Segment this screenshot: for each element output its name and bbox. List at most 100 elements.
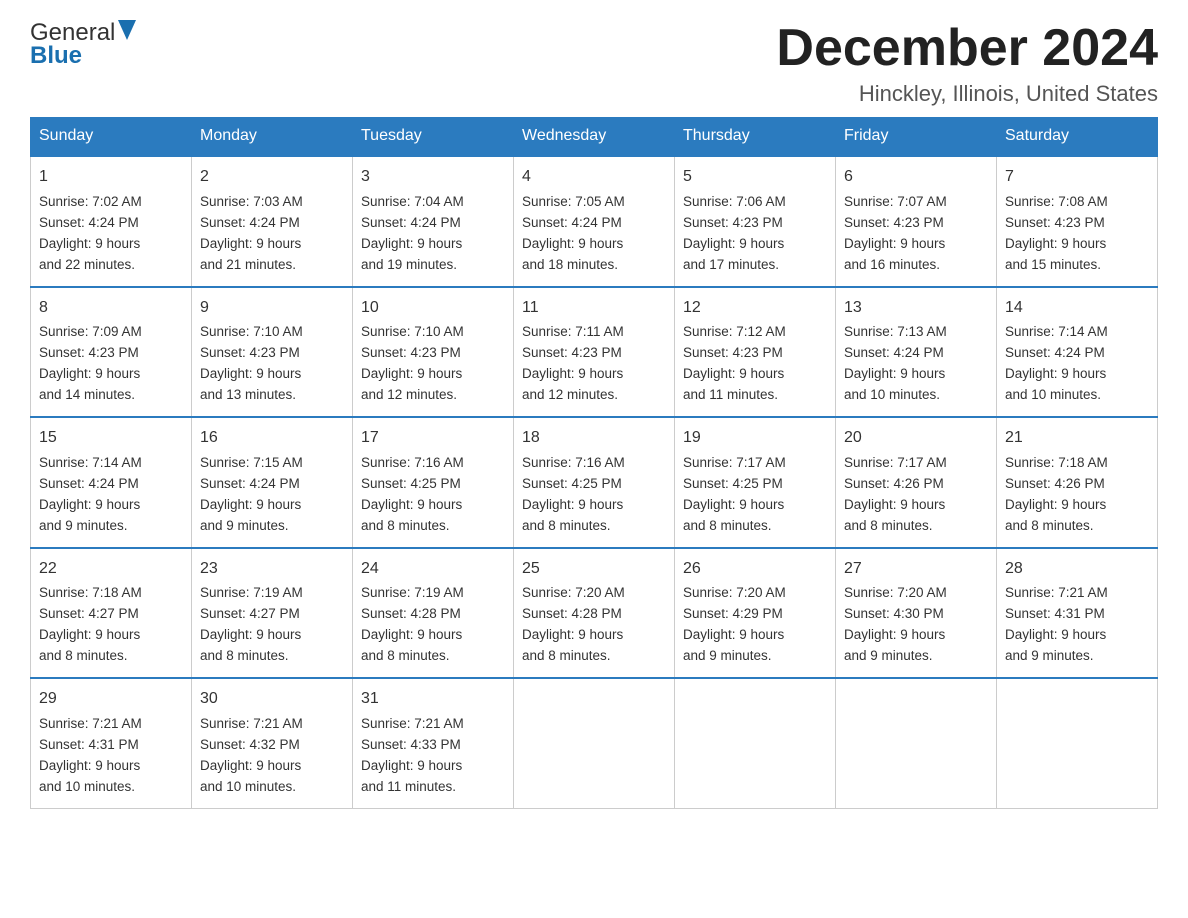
- sunrise-label: Sunrise: 7:05 AM: [522, 194, 625, 209]
- calendar-week-row: 15 Sunrise: 7:14 AM Sunset: 4:24 PM Dayl…: [31, 417, 1158, 547]
- sunrise-label: Sunrise: 7:21 AM: [39, 716, 142, 731]
- daylight-label: Daylight: 9 hours: [361, 497, 462, 512]
- sunset-label: Sunset: 4:24 PM: [1005, 345, 1105, 360]
- daylight-minutes: and 16 minutes.: [844, 257, 940, 272]
- table-row: 5 Sunrise: 7:06 AM Sunset: 4:23 PM Dayli…: [675, 156, 836, 286]
- daylight-minutes: and 8 minutes.: [361, 648, 450, 663]
- daylight-minutes: and 19 minutes.: [361, 257, 457, 272]
- sunset-label: Sunset: 4:26 PM: [844, 476, 944, 491]
- day-number: 25: [522, 557, 666, 582]
- sunrise-label: Sunrise: 7:06 AM: [683, 194, 786, 209]
- daylight-label: Daylight: 9 hours: [844, 627, 945, 642]
- day-number: 24: [361, 557, 505, 582]
- daylight-minutes: and 12 minutes.: [361, 387, 457, 402]
- daylight-label: Daylight: 9 hours: [522, 236, 623, 251]
- daylight-minutes: and 14 minutes.: [39, 387, 135, 402]
- sunset-label: Sunset: 4:23 PM: [39, 345, 139, 360]
- sunset-label: Sunset: 4:30 PM: [844, 606, 944, 621]
- table-row: 9 Sunrise: 7:10 AM Sunset: 4:23 PM Dayli…: [192, 287, 353, 417]
- daylight-label: Daylight: 9 hours: [361, 758, 462, 773]
- sunrise-label: Sunrise: 7:16 AM: [522, 455, 625, 470]
- day-number: 29: [39, 687, 183, 712]
- table-row: 10 Sunrise: 7:10 AM Sunset: 4:23 PM Dayl…: [353, 287, 514, 417]
- day-number: 17: [361, 426, 505, 451]
- day-number: 2: [200, 165, 344, 190]
- table-row: 27 Sunrise: 7:20 AM Sunset: 4:30 PM Dayl…: [836, 548, 997, 678]
- calendar-week-row: 1 Sunrise: 7:02 AM Sunset: 4:24 PM Dayli…: [31, 156, 1158, 286]
- table-row: 6 Sunrise: 7:07 AM Sunset: 4:23 PM Dayli…: [836, 156, 997, 286]
- page-header: General Blue December 2024 Hinckley, Ill…: [30, 20, 1158, 107]
- daylight-label: Daylight: 9 hours: [844, 497, 945, 512]
- sunset-label: Sunset: 4:24 PM: [39, 215, 139, 230]
- table-row: 26 Sunrise: 7:20 AM Sunset: 4:29 PM Dayl…: [675, 548, 836, 678]
- daylight-label: Daylight: 9 hours: [39, 758, 140, 773]
- daylight-minutes: and 8 minutes.: [844, 518, 933, 533]
- sunrise-label: Sunrise: 7:17 AM: [844, 455, 947, 470]
- daylight-minutes: and 8 minutes.: [361, 518, 450, 533]
- sunset-label: Sunset: 4:23 PM: [1005, 215, 1105, 230]
- daylight-label: Daylight: 9 hours: [361, 627, 462, 642]
- sunrise-label: Sunrise: 7:15 AM: [200, 455, 303, 470]
- day-number: 12: [683, 296, 827, 321]
- sunset-label: Sunset: 4:31 PM: [39, 737, 139, 752]
- sunset-label: Sunset: 4:24 PM: [200, 215, 300, 230]
- daylight-minutes: and 21 minutes.: [200, 257, 296, 272]
- calendar-week-row: 29 Sunrise: 7:21 AM Sunset: 4:31 PM Dayl…: [31, 678, 1158, 808]
- sunset-label: Sunset: 4:26 PM: [1005, 476, 1105, 491]
- table-row: [836, 678, 997, 808]
- col-tuesday: Tuesday: [353, 117, 514, 156]
- day-number: 18: [522, 426, 666, 451]
- day-number: 13: [844, 296, 988, 321]
- table-row: 11 Sunrise: 7:11 AM Sunset: 4:23 PM Dayl…: [514, 287, 675, 417]
- table-row: 22 Sunrise: 7:18 AM Sunset: 4:27 PM Dayl…: [31, 548, 192, 678]
- sunrise-label: Sunrise: 7:18 AM: [1005, 455, 1108, 470]
- sunset-label: Sunset: 4:24 PM: [361, 215, 461, 230]
- table-row: 28 Sunrise: 7:21 AM Sunset: 4:31 PM Dayl…: [997, 548, 1158, 678]
- table-row: 14 Sunrise: 7:14 AM Sunset: 4:24 PM Dayl…: [997, 287, 1158, 417]
- sunset-label: Sunset: 4:24 PM: [844, 345, 944, 360]
- daylight-minutes: and 8 minutes.: [200, 648, 289, 663]
- sunset-label: Sunset: 4:23 PM: [683, 215, 783, 230]
- daylight-label: Daylight: 9 hours: [39, 236, 140, 251]
- day-number: 7: [1005, 165, 1149, 190]
- table-row: 7 Sunrise: 7:08 AM Sunset: 4:23 PM Dayli…: [997, 156, 1158, 286]
- sunset-label: Sunset: 4:33 PM: [361, 737, 461, 752]
- table-row: 21 Sunrise: 7:18 AM Sunset: 4:26 PM Dayl…: [997, 417, 1158, 547]
- day-number: 19: [683, 426, 827, 451]
- sunset-label: Sunset: 4:24 PM: [522, 215, 622, 230]
- sunrise-label: Sunrise: 7:17 AM: [683, 455, 786, 470]
- table-row: 23 Sunrise: 7:19 AM Sunset: 4:27 PM Dayl…: [192, 548, 353, 678]
- sunrise-label: Sunrise: 7:21 AM: [361, 716, 464, 731]
- day-number: 31: [361, 687, 505, 712]
- sunrise-label: Sunrise: 7:02 AM: [39, 194, 142, 209]
- sunrise-label: Sunrise: 7:19 AM: [361, 585, 464, 600]
- sunrise-label: Sunrise: 7:14 AM: [1005, 324, 1108, 339]
- sunrise-label: Sunrise: 7:03 AM: [200, 194, 303, 209]
- daylight-minutes: and 11 minutes.: [683, 387, 778, 402]
- daylight-minutes: and 8 minutes.: [522, 518, 611, 533]
- table-row: 3 Sunrise: 7:04 AM Sunset: 4:24 PM Dayli…: [353, 156, 514, 286]
- sunrise-label: Sunrise: 7:19 AM: [200, 585, 303, 600]
- daylight-minutes: and 8 minutes.: [683, 518, 772, 533]
- daylight-minutes: and 17 minutes.: [683, 257, 779, 272]
- sunrise-label: Sunrise: 7:13 AM: [844, 324, 947, 339]
- sunset-label: Sunset: 4:24 PM: [39, 476, 139, 491]
- daylight-label: Daylight: 9 hours: [1005, 236, 1106, 251]
- daylight-label: Daylight: 9 hours: [200, 366, 301, 381]
- sunset-label: Sunset: 4:31 PM: [1005, 606, 1105, 621]
- daylight-label: Daylight: 9 hours: [683, 627, 784, 642]
- day-number: 11: [522, 296, 666, 321]
- daylight-minutes: and 10 minutes.: [39, 779, 135, 794]
- daylight-minutes: and 9 minutes.: [39, 518, 128, 533]
- sunrise-label: Sunrise: 7:07 AM: [844, 194, 947, 209]
- col-thursday: Thursday: [675, 117, 836, 156]
- daylight-label: Daylight: 9 hours: [200, 236, 301, 251]
- sunset-label: Sunset: 4:23 PM: [844, 215, 944, 230]
- day-number: 26: [683, 557, 827, 582]
- daylight-label: Daylight: 9 hours: [361, 366, 462, 381]
- sunrise-label: Sunrise: 7:08 AM: [1005, 194, 1108, 209]
- sunrise-label: Sunrise: 7:16 AM: [361, 455, 464, 470]
- table-row: 2 Sunrise: 7:03 AM Sunset: 4:24 PM Dayli…: [192, 156, 353, 286]
- day-number: 6: [844, 165, 988, 190]
- daylight-minutes: and 8 minutes.: [522, 648, 611, 663]
